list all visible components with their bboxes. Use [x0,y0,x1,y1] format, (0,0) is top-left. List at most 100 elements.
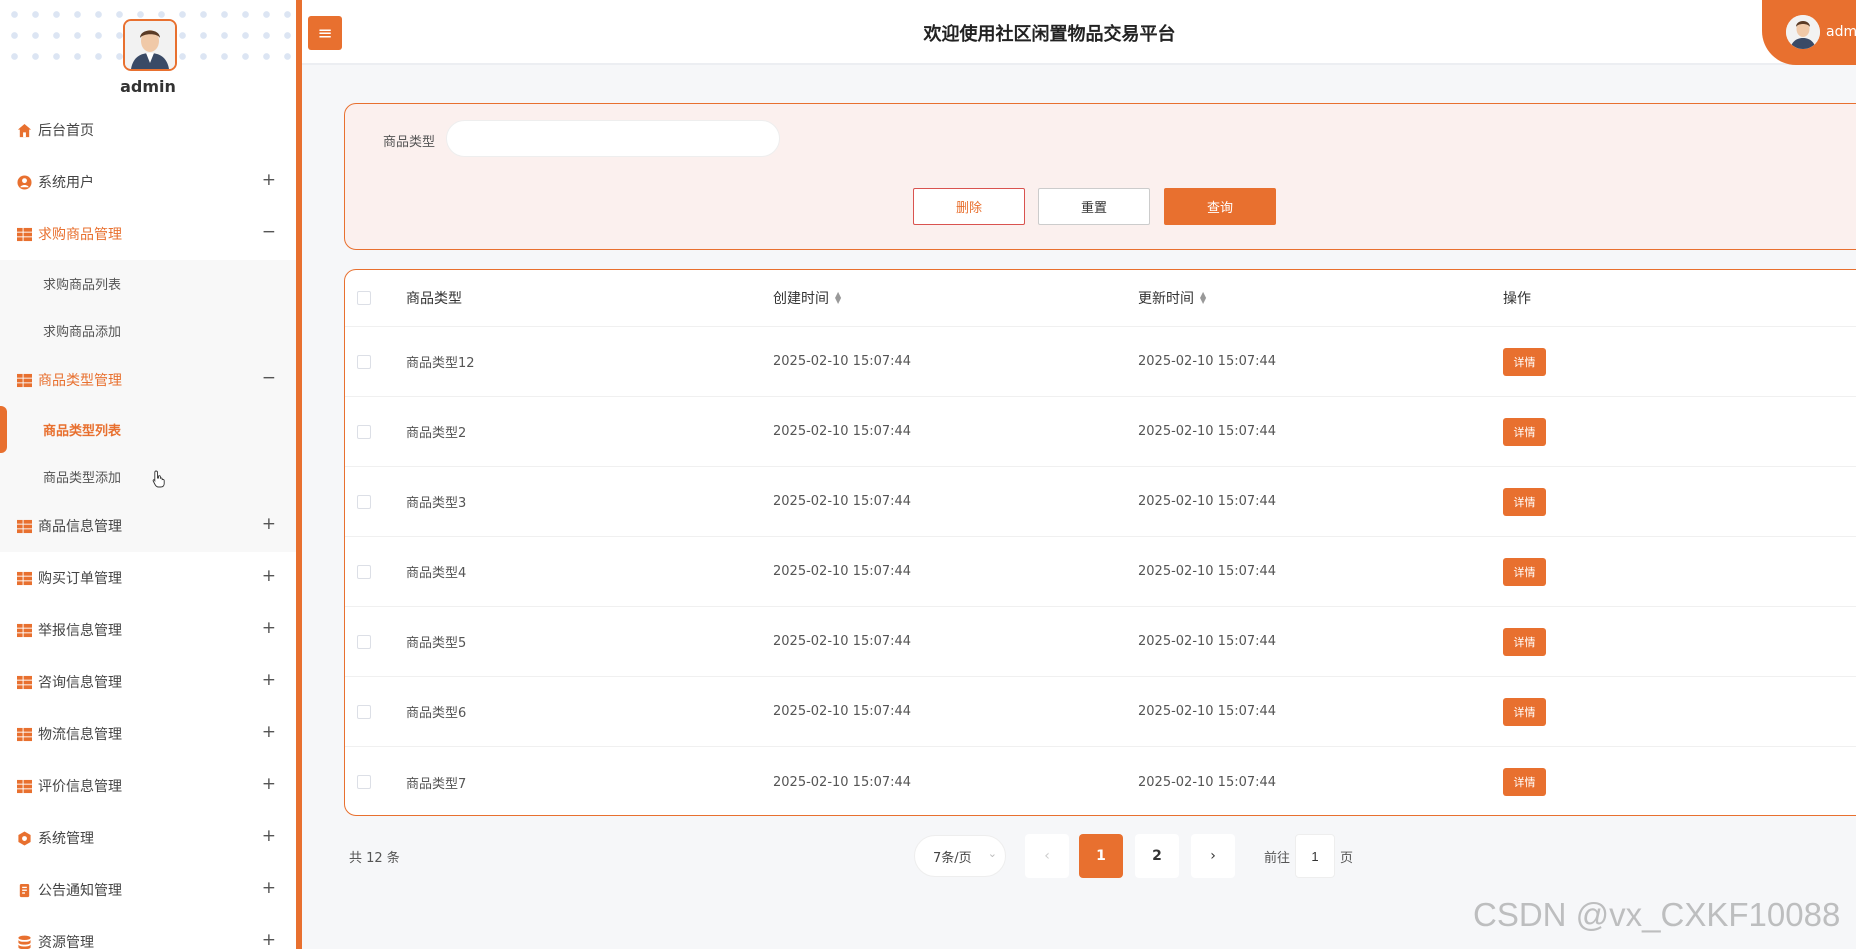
menu-item-system-manage[interactable]: 系统管理 + [0,812,296,864]
menu-item-goods-info[interactable]: 商品信息管理 + [0,500,296,552]
menu-item-resources[interactable]: 资源管理 + [0,916,296,949]
sort-icon[interactable]: ▲ ▼ [835,291,841,305]
grid-icon [17,727,32,742]
menu-item-type-manage[interactable]: 商品类型管理 − [0,354,296,406]
row-checkbox[interactable] [357,354,371,369]
expand-icon[interactable]: + [262,514,276,534]
row-checkbox[interactable] [357,564,371,579]
detail-button[interactable]: 详情 [1503,697,1546,726]
cell-created: 2025-02-10 15:07:44 [773,774,912,790]
page-size-select[interactable]: 7条/页 ⌄ [914,835,1006,877]
menu-item-notices[interactable]: 公告通知管理 + [0,864,296,916]
column-header-type: 商品类型 [406,291,462,307]
menu-item-orders[interactable]: 购买订单管理 + [0,552,296,604]
table-row: 商品类型6 2025-02-10 15:07:44 2025-02-10 15:… [345,677,1856,747]
cell-updated: 2025-02-10 15:07:44 [1138,494,1277,509]
menu-item-label: 评价信息管理 [38,779,122,795]
avatar[interactable] [1786,15,1820,49]
user-menu[interactable]: adm [1762,0,1856,65]
sidebar-item-qiugou-list[interactable]: 求购商品列表 [0,260,296,307]
menu-item-label: 资源管理 [38,935,94,949]
submenu-type: 商品类型列表 商品类型添加 [0,406,296,500]
detail-button[interactable]: 详情 [1503,347,1546,376]
goods-type-input[interactable] [446,120,780,157]
expand-icon[interactable]: + [262,774,276,794]
sidebar: admin 后台首页 系统用户 + 求购商品管理 − 求购商品列表 求购商品添加… [0,0,302,949]
sidebar-item-type-list[interactable]: 商品类型列表 [0,406,296,453]
cell-updated: 2025-02-10 15:07:44 [1138,634,1277,649]
expand-icon[interactable]: + [262,878,276,898]
cell-updated: 2025-02-10 15:07:44 [1138,774,1277,790]
goto-page-input[interactable] [1295,834,1335,878]
cell-type: 商品类型3 [406,496,467,511]
expand-icon[interactable]: + [262,566,276,586]
menu-item-system-users[interactable]: 系统用户 + [0,156,296,208]
cell-created: 2025-02-10 15:07:44 [773,494,912,509]
cell-updated: 2025-02-10 15:07:44 [1138,354,1277,369]
expand-icon[interactable]: + [262,722,276,742]
expand-icon[interactable]: + [262,618,276,638]
cell-type: 商品类型7 [406,776,467,792]
expand-icon[interactable]: + [262,670,276,690]
row-checkbox[interactable] [357,424,371,439]
goto-unit: 页 [1340,851,1354,866]
select-all-checkbox[interactable] [357,291,371,305]
detail-button[interactable]: 详情 [1503,487,1546,516]
detail-button[interactable]: 详情 [1503,768,1546,796]
menu-item-qiugou[interactable]: 求购商品管理 − [0,208,296,260]
page-title: 欢迎使用社区闲置物品交易平台 [923,24,1176,45]
grid-icon [17,779,32,794]
cell-type: 商品类型6 [406,706,467,721]
menu-item-home[interactable]: 后台首页 [0,104,296,156]
sidebar-item-qiugou-add[interactable]: 求购商品添加 [0,307,296,354]
column-header-label: 创建时间 [773,291,829,307]
row-checkbox[interactable] [357,775,371,789]
collapse-icon[interactable]: − [262,222,276,242]
sidebar-item-type-add[interactable]: 商品类型添加 [0,453,296,500]
user-icon [17,174,32,190]
admin-name: admin [120,77,176,96]
sort-icon[interactable]: ▲ ▼ [1200,291,1206,305]
grid-icon [17,227,32,242]
page-button-2[interactable]: 2 [1135,834,1179,878]
query-button[interactable]: 查询 [1164,188,1276,225]
column-header-op: 操作 [1503,291,1531,307]
expand-icon[interactable]: + [262,930,276,949]
prev-page-button[interactable]: ‹ [1025,834,1069,878]
table-row: 商品类型5 2025-02-10 15:07:44 2025-02-10 15:… [345,607,1856,677]
row-checkbox[interactable] [357,634,371,649]
page-button-1[interactable]: 1 [1079,834,1123,878]
avatar[interactable] [123,19,177,71]
menu-item-logistics[interactable]: 物流信息管理 + [0,708,296,760]
menu-item-reports[interactable]: 举报信息管理 + [0,604,296,656]
row-checkbox[interactable] [357,704,371,719]
cell-created: 2025-02-10 15:07:44 [773,424,912,439]
cell-created: 2025-02-10 15:07:44 [773,564,912,579]
detail-button[interactable]: 详情 [1503,627,1546,656]
column-header-updated[interactable]: 更新时间 ▲ ▼ [1138,270,1206,326]
expand-icon[interactable]: + [262,826,276,846]
delete-button[interactable]: 删除 [913,188,1025,225]
menu-item-label: 物流信息管理 [38,727,122,743]
menu-item-label: 公告通知管理 [38,883,122,899]
menu-item-reviews[interactable]: 评价信息管理 + [0,760,296,812]
column-header-created[interactable]: 创建时间 ▲ ▼ [773,270,841,326]
cell-updated: 2025-02-10 15:07:44 [1138,704,1277,719]
menu-item-label: 系统用户 [38,175,94,191]
row-checkbox[interactable] [357,494,371,509]
detail-button[interactable]: 详情 [1503,557,1546,586]
menu-item-consult[interactable]: 咨询信息管理 + [0,656,296,708]
database-icon [17,935,32,949]
collapse-icon[interactable]: − [262,368,276,388]
reset-button[interactable]: 重置 [1038,188,1150,225]
cell-type: 商品类型12 [406,356,475,371]
submenu-qiugou: 求购商品列表 求购商品添加 [0,260,296,354]
next-page-button[interactable]: › [1191,834,1235,878]
home-icon [17,123,32,138]
data-table: 商品类型 创建时间 ▲ ▼ 更新时间 ▲ ▼ 操作 商品类型12 2025-02-1… [344,269,1856,816]
detail-button[interactable]: 详情 [1503,417,1546,446]
grid-icon [17,675,32,690]
hand-cursor-icon [152,470,165,488]
expand-icon[interactable]: + [262,170,276,190]
notice-icon [17,883,32,898]
